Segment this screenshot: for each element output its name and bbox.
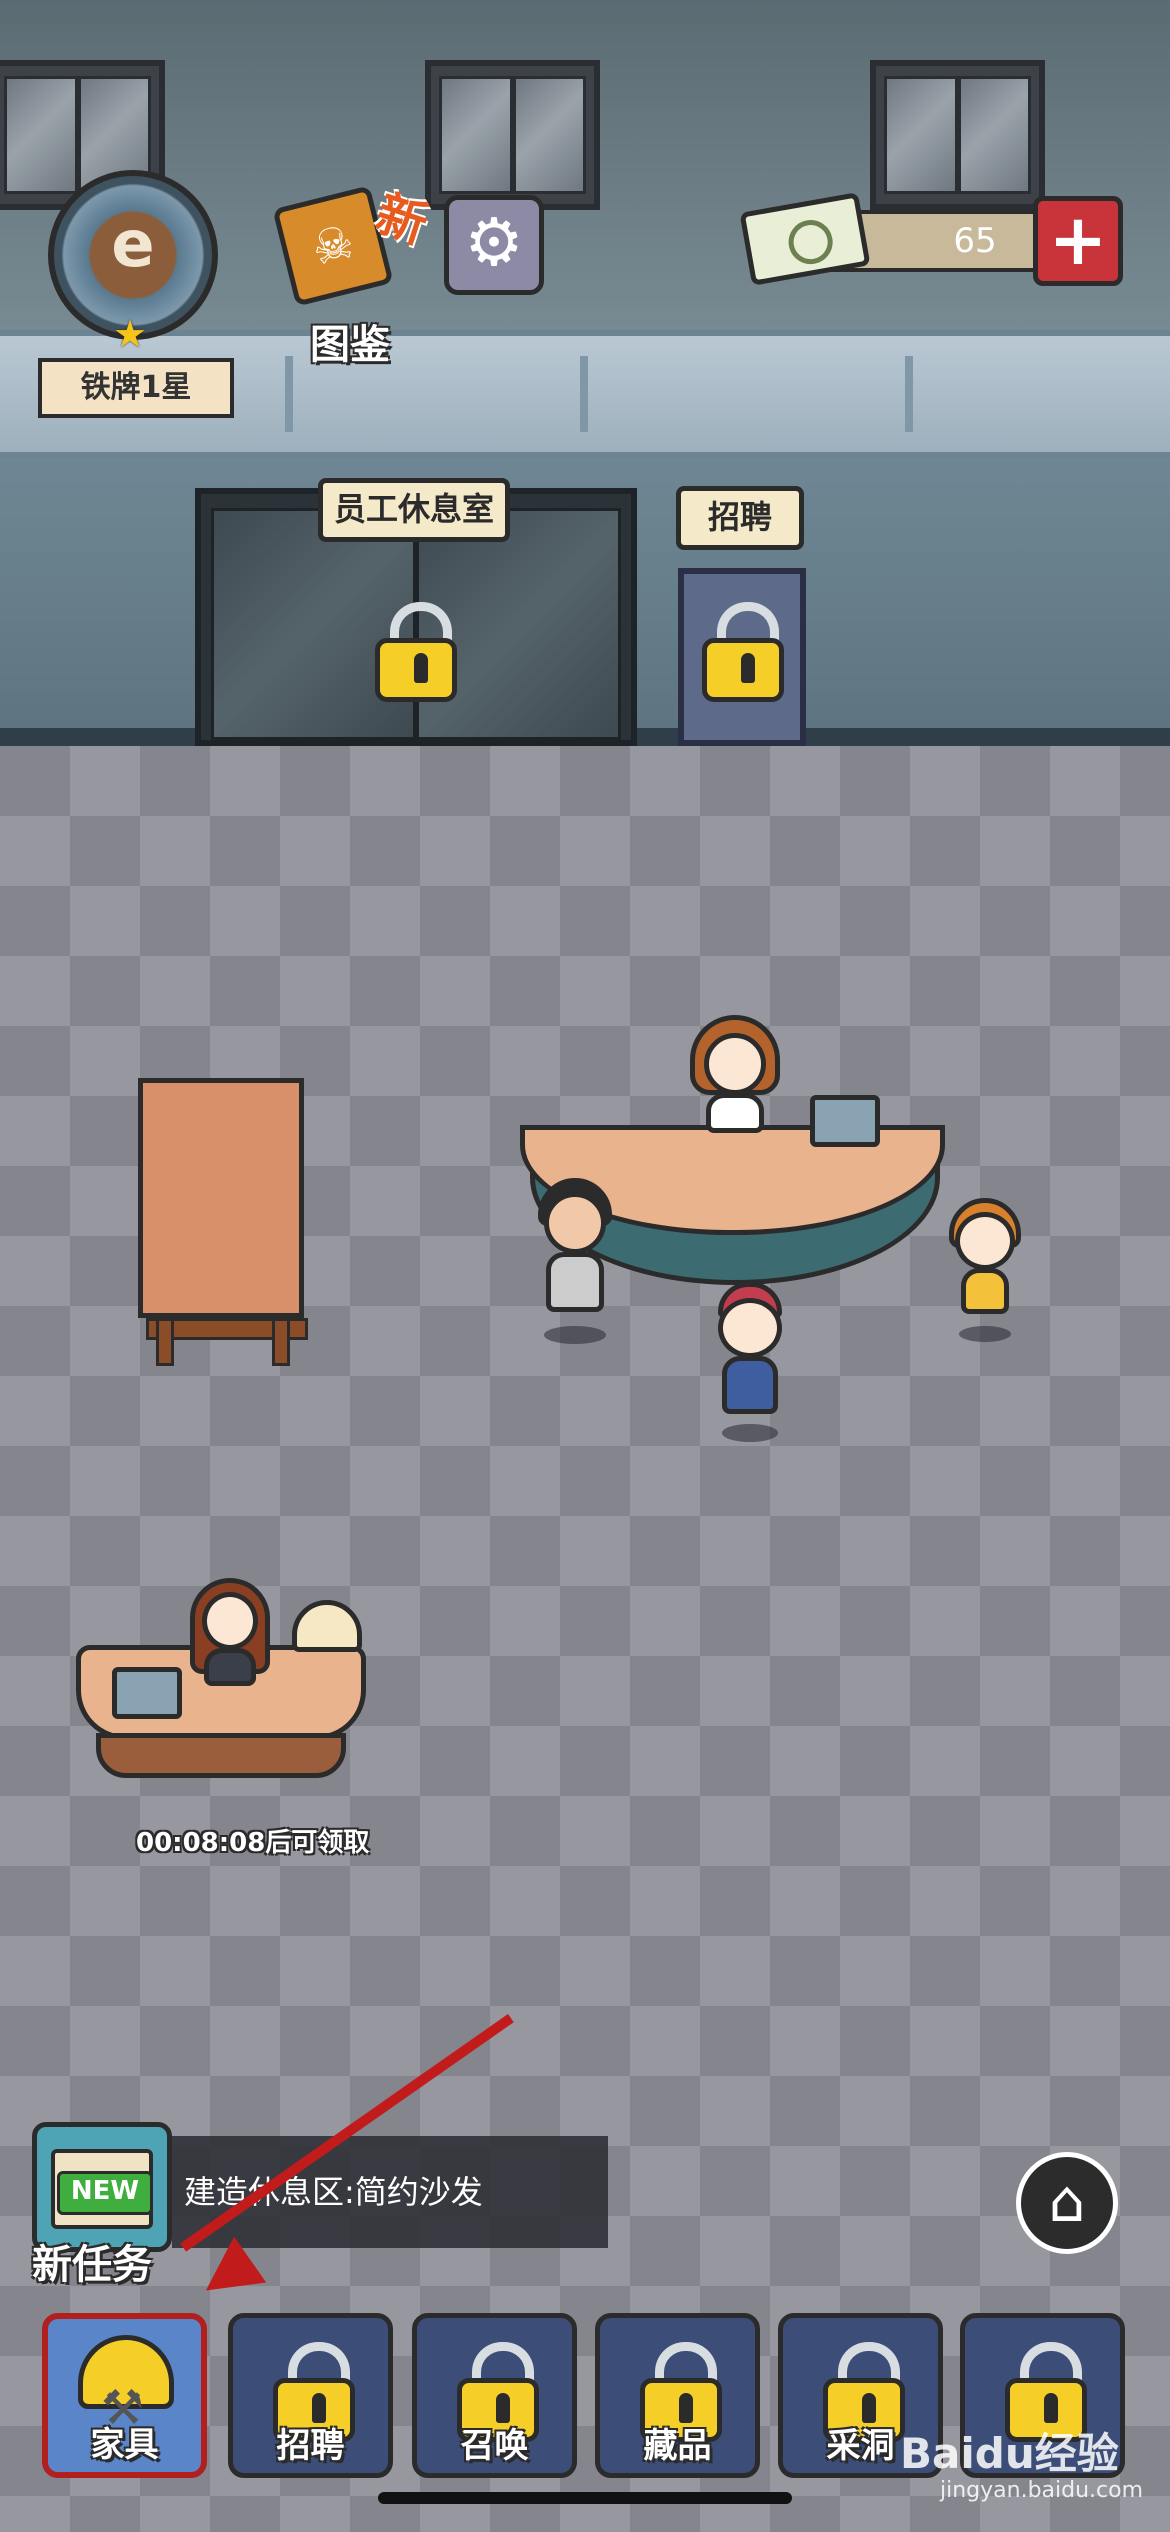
claim-timer: 00:08:08后可领取 bbox=[136, 1828, 370, 1858]
customer-child-character[interactable] bbox=[945, 1198, 1025, 1343]
customer-girl-character[interactable] bbox=[710, 1282, 790, 1442]
receptionist-character[interactable] bbox=[690, 1015, 780, 1135]
add-money-button[interactable]: + bbox=[1033, 196, 1123, 286]
collection-label: 图鉴 bbox=[310, 322, 390, 368]
watermark-url: jingyan.baidu.com bbox=[940, 2478, 1144, 2503]
nav-label: 藏品 bbox=[643, 2426, 712, 2466]
window bbox=[870, 60, 1045, 210]
nav-furniture[interactable]: 家具 bbox=[42, 2313, 207, 2478]
nav-label: 招聘 bbox=[276, 2426, 345, 2466]
star-icon: ★ bbox=[113, 312, 148, 356]
nav-label: 召唤 bbox=[460, 2426, 529, 2466]
lock-icon[interactable] bbox=[375, 602, 457, 702]
rank-label: 铁牌1星 bbox=[38, 358, 234, 418]
wooden-board[interactable] bbox=[138, 1078, 304, 1318]
checkered-floor bbox=[0, 746, 1170, 2532]
clerk-character[interactable] bbox=[190, 1578, 270, 1688]
currency-display: 65 + bbox=[739, 192, 1140, 286]
home-indicator[interactable] bbox=[378, 2492, 792, 2504]
customer-man-character[interactable] bbox=[530, 1178, 620, 1344]
nav-label: 家具 bbox=[90, 2425, 159, 2465]
board-leg bbox=[272, 1318, 290, 1366]
new-badge: NEW bbox=[57, 2171, 153, 2215]
settings-gear-icon[interactable]: ⚙ bbox=[444, 195, 544, 295]
recruit-sign: 招聘 bbox=[676, 486, 804, 550]
task-description[interactable]: 建造休息区:简约沙发 bbox=[172, 2136, 608, 2248]
home-icon: ⌂ bbox=[1048, 2167, 1086, 2235]
staff-lounge-sign: 员工休息室 bbox=[318, 478, 510, 542]
window bbox=[425, 60, 600, 210]
nav-collection[interactable]: 藏品 bbox=[595, 2313, 760, 2478]
board-leg bbox=[156, 1318, 174, 1366]
monitor-icon bbox=[810, 1095, 880, 1147]
watermark: Baidu经验 bbox=[900, 2429, 1119, 2478]
monitor-icon bbox=[112, 1667, 182, 1719]
nav-recruit[interactable]: 招聘 bbox=[228, 2313, 393, 2478]
nav-summon[interactable]: 召唤 bbox=[412, 2313, 577, 2478]
home-button[interactable]: ⌂ bbox=[1016, 2152, 1118, 2254]
lock-icon[interactable] bbox=[702, 602, 784, 702]
new-task-label: 新任务 bbox=[32, 2242, 152, 2288]
hard-hat-icon bbox=[78, 2335, 174, 2436]
